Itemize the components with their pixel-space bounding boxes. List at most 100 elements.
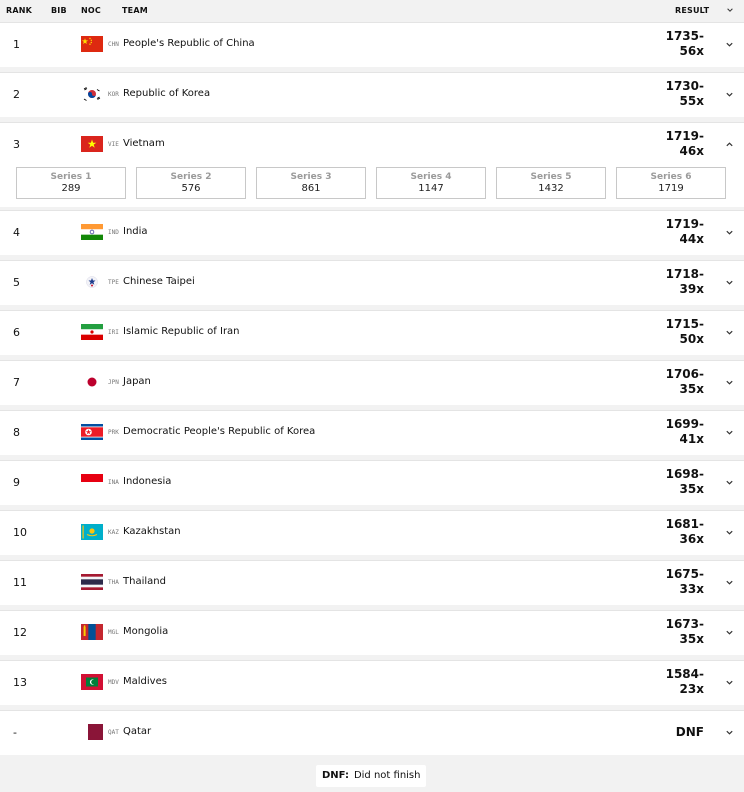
flag-iran-icon [81, 324, 103, 340]
noc-code: CHN [108, 41, 119, 48]
result-value: 1719- 44x [665, 217, 704, 246]
result-value: 1698- 35x [665, 467, 704, 496]
table-row[interactable]: 8 PRK Democratic People's Republic of Ko… [0, 410, 744, 455]
result-value: 1584- 23x [665, 667, 704, 696]
team-name[interactable]: Republic of Korea [123, 88, 210, 99]
chevron-down-icon[interactable] [725, 278, 734, 287]
noc-code: QAT [108, 729, 119, 736]
legend-dnf: DNF: Did not finish [316, 765, 427, 787]
team-name[interactable]: Chinese Taipei [123, 276, 195, 287]
rank-value: 4 [13, 226, 20, 239]
table-row[interactable]: 11 THA Thailand 1675- 33x [0, 560, 744, 605]
series-breakdown: Series 1 289 Series 2 576 Series 3 861 Seri… [0, 167, 744, 207]
flag-vietnam-icon [81, 136, 103, 152]
results-header: RANK BIB NOC TEAM RESULT [0, 0, 744, 22]
chevron-down-icon[interactable] [725, 728, 734, 737]
noc-code: MGL [108, 629, 119, 636]
noc-code: JPN [108, 379, 119, 386]
table-row[interactable]: 2 KOR Republic of Korea 1730- 55x [0, 72, 744, 117]
team-name[interactable]: Indonesia [123, 476, 171, 487]
team-name[interactable]: Maldives [123, 676, 167, 687]
team-name[interactable]: Vietnam [123, 138, 165, 149]
chevron-down-icon[interactable] [725, 228, 734, 237]
table-row[interactable]: 6 IRI Islamic Republic of Iran 1715- 50x [0, 310, 744, 355]
result-value: DNF [675, 725, 704, 739]
team-name[interactable]: Islamic Republic of Iran [123, 326, 240, 337]
team-name[interactable]: Kazakhstan [123, 526, 181, 537]
header-result: RESULT [675, 6, 710, 15]
series-1-box: Series 1 289 [16, 167, 126, 199]
rank-value: 12 [13, 626, 27, 639]
chevron-down-icon[interactable] [725, 478, 734, 487]
flag-china-icon [81, 36, 103, 52]
noc-code: THA [108, 579, 119, 586]
header-team: TEAM [122, 6, 148, 15]
table-row[interactable]: 10 KAZ Kazakhstan 1681- 36x [0, 510, 744, 555]
team-name[interactable]: Qatar [123, 726, 151, 737]
noc-code: TPE [108, 279, 119, 286]
noc-code: KAZ [108, 529, 119, 536]
team-name[interactable]: Japan [123, 376, 151, 387]
table-row[interactable]: 1 CHN People's Republic of China 1735- 56… [0, 22, 744, 67]
series-5-box: Series 5 1432 [496, 167, 606, 199]
team-name[interactable]: Thailand [123, 576, 166, 587]
noc-code: IRI [108, 329, 119, 336]
rank-value: 7 [13, 376, 20, 389]
table-row[interactable]: 7 JPN Japan 1706- 35x [0, 360, 744, 405]
chevron-down-icon[interactable] [725, 628, 734, 637]
result-value: 1706- 35x [665, 367, 704, 396]
rank-value: 3 [13, 138, 20, 151]
result-value: 1735- 56x [665, 29, 704, 58]
chevron-down-icon[interactable] [726, 6, 734, 14]
noc-code: VIE [108, 141, 119, 148]
legend-text: Did not finish [353, 770, 421, 781]
flag-japan-icon [81, 374, 103, 390]
legend-abbr: DNF: [322, 770, 349, 781]
table-row[interactable]: 9 INA Indonesia 1698- 35x [0, 460, 744, 505]
rank-value: - [13, 726, 17, 739]
table-row[interactable]: 4 IND India 1719- 44x [0, 210, 744, 255]
chevron-down-icon[interactable] [725, 678, 734, 687]
series-3-box: Series 3 861 [256, 167, 366, 199]
table-row[interactable]: 12 MGL Mongolia 1673- 35x [0, 610, 744, 655]
rank-value: 6 [13, 326, 20, 339]
flag-chinese-taipei-icon [81, 274, 103, 290]
result-value: 1718- 39x [665, 267, 704, 296]
flag-qatar-icon [81, 724, 103, 740]
chevron-up-icon[interactable] [725, 140, 734, 149]
team-name[interactable]: Democratic People's Republic of Korea [123, 426, 315, 437]
flag-thailand-icon [81, 574, 103, 590]
noc-code: IND [108, 229, 119, 236]
noc-code: KOR [108, 91, 119, 98]
team-name[interactable]: People's Republic of China [123, 38, 255, 49]
header-bib: BIB [51, 6, 67, 15]
series-4-box: Series 4 1147 [376, 167, 486, 199]
chevron-down-icon[interactable] [725, 528, 734, 537]
series-2-box: Series 2 576 [136, 167, 246, 199]
series-6-box: Series 6 1719 [616, 167, 726, 199]
team-name[interactable]: Mongolia [123, 626, 168, 637]
flag-korea-icon [81, 86, 103, 102]
rank-value: 8 [13, 426, 20, 439]
chevron-down-icon[interactable] [725, 428, 734, 437]
chevron-down-icon[interactable] [725, 328, 734, 337]
rank-value: 11 [13, 576, 27, 589]
chevron-down-icon[interactable] [725, 578, 734, 587]
header-noc: NOC [81, 6, 101, 15]
table-row[interactable]: 13 MDV Maldives 1584- 23x [0, 660, 744, 705]
table-row[interactable]: - QAT Qatar DNF [0, 710, 744, 755]
flag-india-icon [81, 224, 103, 240]
rank-value: 5 [13, 276, 20, 289]
table-row[interactable]: 5 TPE Chinese Taipei 1718- 39x [0, 260, 744, 305]
noc-code: MDV [108, 679, 119, 686]
team-name[interactable]: India [123, 226, 148, 237]
chevron-down-icon[interactable] [725, 378, 734, 387]
chevron-down-icon[interactable] [725, 90, 734, 99]
table-row-expanded[interactable]: 3 VIE Vietnam 1719- 46x Series 1 289 Serie… [0, 122, 744, 207]
noc-code: PRK [108, 429, 119, 436]
chevron-down-icon[interactable] [725, 40, 734, 49]
result-value: 1673- 35x [665, 617, 704, 646]
rank-value: 9 [13, 476, 20, 489]
result-value: 1675- 33x [665, 567, 704, 596]
results-table: 1 CHN People's Republic of China 1735- 56… [0, 22, 744, 755]
